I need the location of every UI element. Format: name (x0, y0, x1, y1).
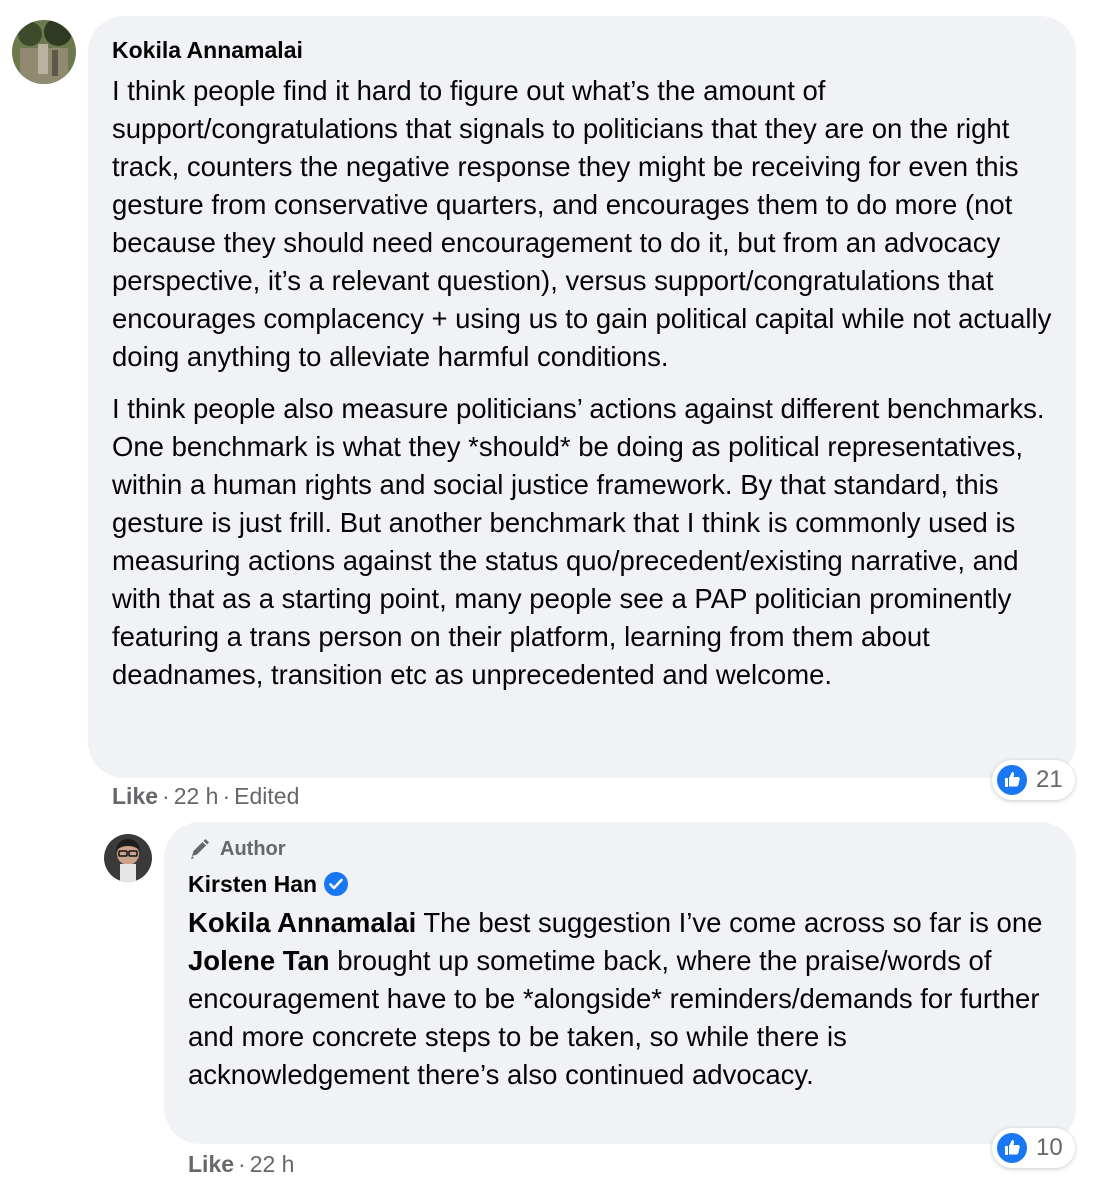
pen-icon (191, 839, 209, 859)
comment-author-name[interactable]: Kokila Annamalai (112, 36, 1054, 64)
reply-text: Kokila Annamalai The best suggestion I’v… (188, 904, 1054, 1094)
mention-link[interactable]: Jolene Tan (188, 945, 330, 976)
edited-label[interactable]: Edited (234, 783, 299, 809)
reply-reaction-count-badge[interactable]: 10 (992, 1128, 1075, 1168)
comment-timestamp[interactable]: 22 h (174, 783, 219, 809)
like-button[interactable]: Like (188, 1151, 234, 1177)
author-badge: Author (188, 836, 1054, 862)
reaction-count: 21 (1036, 766, 1063, 793)
comment-paragraph: I think people also measure politicians’… (112, 393, 1045, 690)
reply-timestamp[interactable]: 22 h (250, 1151, 295, 1177)
verified-icon (324, 872, 349, 896)
reply-author-avatar[interactable] (104, 834, 152, 882)
mention-link[interactable]: Kokila Annamalai (188, 907, 416, 938)
comment-actions: Like · 22 h · Edited (112, 783, 300, 809)
like-reaction-icon (997, 765, 1027, 795)
reply-text-segment: The best suggestion I’ve come across so … (416, 907, 1043, 938)
reply-author-name[interactable]: Kirsten Han (188, 870, 317, 898)
reply-bubble: Author Kirsten Han Kokila Annamalai The … (164, 822, 1076, 1144)
reaction-count-badge[interactable]: 21 (992, 760, 1075, 800)
like-reaction-icon (997, 1133, 1027, 1163)
commenter-avatar[interactable] (12, 20, 76, 84)
comment-text: I think people find it hard to figure ou… (112, 72, 1054, 694)
reaction-count: 10 (1036, 1134, 1063, 1161)
reply-actions: Like · 22 h (188, 1151, 295, 1177)
comment-bubble: Kokila Annamalai I think people find it … (88, 16, 1076, 778)
like-button[interactable]: Like (112, 783, 158, 809)
comment-paragraph: I think people find it hard to figure ou… (112, 75, 1052, 372)
author-badge-label: Author (220, 838, 286, 860)
